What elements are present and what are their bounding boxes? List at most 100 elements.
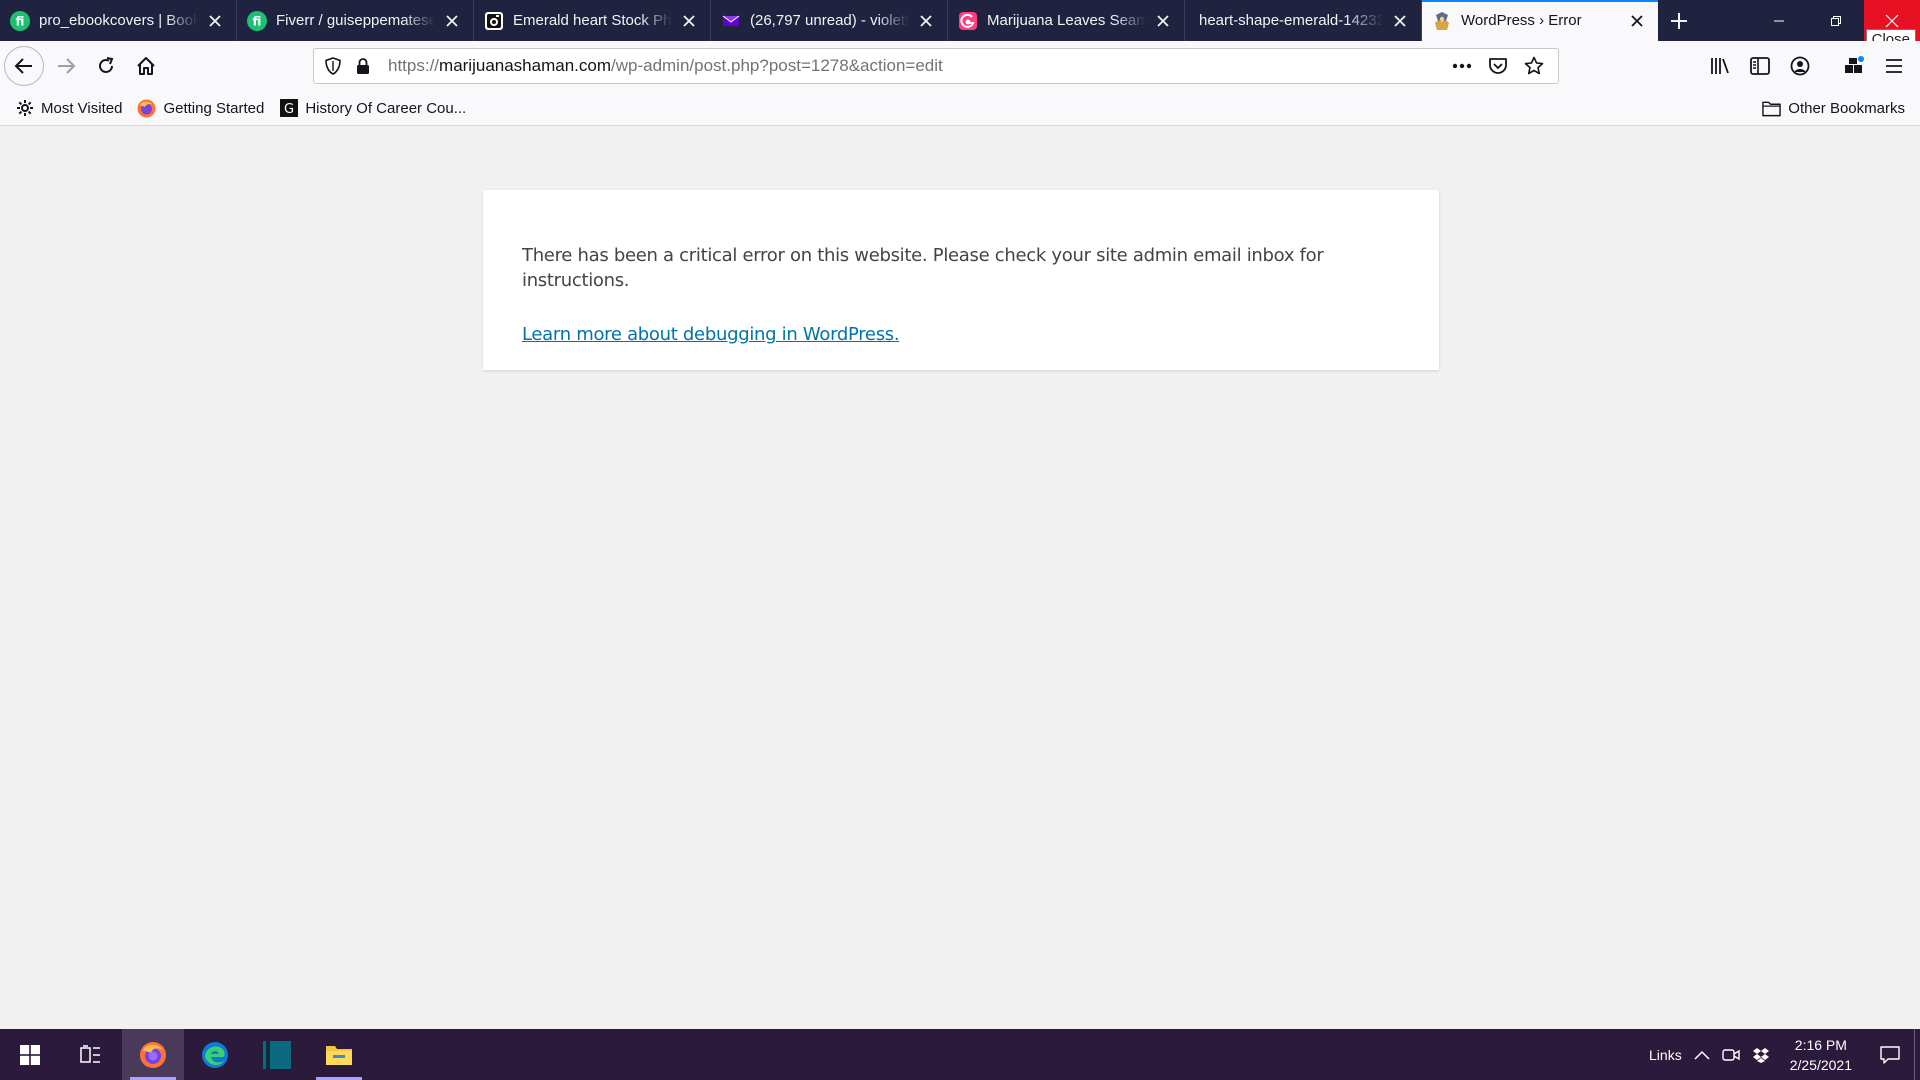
svg-text:fi: fi: [253, 14, 262, 28]
tab-title: (26,797 unread) - violett: [750, 12, 909, 29]
close-icon: [1885, 14, 1899, 28]
system-tray: Links 2:16 PM 2/25/2021: [1643, 1029, 1920, 1080]
url-domain: marijuanashaman.com: [439, 56, 611, 75]
taskbar-file-explorer[interactable]: [308, 1029, 370, 1080]
fiverr-icon: fi: [10, 10, 30, 31]
bookmark-label: Most Visited: [41, 99, 123, 117]
taskbar-app[interactable]: [246, 1029, 308, 1080]
arrow-right-icon: [56, 56, 76, 76]
pocket-button[interactable]: [1480, 49, 1516, 83]
svg-text:G: G: [284, 102, 294, 117]
bookmark-getting-started[interactable]: Getting Started: [137, 94, 264, 122]
folder-icon: [325, 1043, 353, 1067]
close-icon[interactable]: [1154, 12, 1172, 30]
lock-icon[interactable]: [348, 49, 378, 83]
bookmark-star-button[interactable]: [1516, 49, 1552, 83]
tab-yahoo-mail[interactable]: (26,797 unread) - violett: [711, 0, 948, 41]
taskbar-firefox[interactable]: [122, 1029, 184, 1080]
wordpress-error-icon: [1432, 11, 1452, 31]
show-hidden-icons-button[interactable]: [1688, 1029, 1716, 1080]
back-button[interactable]: [4, 46, 44, 86]
pattern-site-icon: [958, 11, 978, 31]
firefox-icon: [139, 1041, 167, 1069]
show-desktop-button[interactable]: [1914, 1029, 1920, 1080]
bookmark-most-visited[interactable]: Most Visited: [15, 94, 122, 122]
dropbox-button[interactable]: [1746, 1029, 1776, 1080]
action-center-button[interactable]: [1866, 1029, 1914, 1080]
hamburger-menu-icon: [1885, 58, 1903, 74]
sidebar-icon: [1750, 57, 1770, 75]
page-content: There has been a critical error on this …: [0, 126, 1920, 1029]
reload-icon: [96, 56, 116, 76]
tracking-shield-icon[interactable]: [318, 49, 348, 83]
debugging-link[interactable]: Learn more about debugging in WordPress.: [522, 324, 900, 345]
task-view-icon: [80, 1044, 102, 1065]
task-view-button[interactable]: [60, 1029, 122, 1080]
tab-strip: fi pro_ebookcovers | Book fi Fiverr / gu…: [0, 0, 1920, 41]
pocket-icon: [1488, 57, 1508, 75]
library-icon: [1710, 57, 1730, 75]
links-toolbar[interactable]: Links: [1643, 1029, 1688, 1080]
close-icon[interactable]: [206, 12, 224, 30]
restore-button[interactable]: [1807, 0, 1864, 41]
extensions-icon: [1843, 55, 1865, 77]
forward-button[interactable]: [46, 46, 86, 86]
gear-icon: [15, 99, 34, 118]
firefox-icon: [137, 99, 156, 118]
tab-fiverr[interactable]: fi Fiverr / guiseppematese: [237, 0, 474, 41]
close-icon[interactable]: [917, 12, 935, 30]
close-icon[interactable]: [1628, 12, 1646, 30]
bookmark-label: History Of Career Cou...: [305, 99, 467, 117]
tab-title: Marijuana Leaves Seaml: [987, 12, 1146, 29]
tab-wordpress-error[interactable]: WordPress › Error: [1422, 0, 1658, 41]
g-site-icon: G: [279, 99, 298, 118]
arrow-left-icon: [14, 56, 34, 76]
bookmark-other-bookmarks[interactable]: Other Bookmarks: [1762, 95, 1905, 123]
home-button[interactable]: [126, 46, 166, 86]
more-horizontal-icon: [1452, 63, 1472, 69]
menu-button[interactable]: [1874, 46, 1914, 86]
toolbar-right: [1700, 41, 1920, 91]
bookmark-label: Other Bookmarks: [1788, 100, 1905, 117]
account-button[interactable]: [1780, 46, 1820, 86]
clock[interactable]: 2:16 PM 2/25/2021: [1776, 1029, 1866, 1080]
page-actions-button[interactable]: [1444, 49, 1480, 83]
close-icon[interactable]: [443, 12, 461, 30]
tab-title: WordPress › Error: [1461, 12, 1582, 29]
library-button[interactable]: [1700, 46, 1740, 86]
tab-title: Emerald heart Stock Pho: [513, 12, 672, 29]
edge-icon: [201, 1041, 229, 1069]
error-message: There has been a critical error on this …: [522, 245, 1324, 292]
url-scheme: https://: [388, 56, 440, 75]
close-icon[interactable]: [680, 12, 698, 30]
clock-date: 2/25/2021: [1789, 1056, 1852, 1073]
folder-icon: [1762, 99, 1782, 118]
wp-error-box: There has been a critical error on this …: [483, 190, 1439, 370]
reload-button[interactable]: [86, 46, 126, 86]
sidebar-button[interactable]: [1740, 46, 1780, 86]
url-text[interactable]: https://marijuanashaman.com/wp-admin/pos…: [388, 56, 1444, 76]
tab-marijuana-leaves[interactable]: Marijuana Leaves Seaml: [948, 0, 1185, 41]
tab-heart-shape-emerald[interactable]: heart-shape-emerald-14232: [1185, 0, 1422, 41]
url-path: /wp-admin/post.php?post=1278&action=edit: [611, 56, 943, 75]
yahoo-mail-icon: [721, 11, 741, 31]
clock-time: 2:16 PM: [1794, 1036, 1847, 1053]
tab-title: heart-shape-emerald-14232: [1199, 12, 1383, 29]
minimize-button[interactable]: [1750, 0, 1807, 41]
windows-logo-icon: [20, 1044, 40, 1065]
url-bar[interactable]: https://marijuanashaman.com/wp-admin/pos…: [313, 48, 1559, 84]
taskbar-edge[interactable]: [184, 1029, 246, 1080]
tab-pro-ebookcovers[interactable]: fi pro_ebookcovers | Book: [0, 0, 237, 41]
stock-photo-icon: [484, 11, 504, 31]
bookmarks-toolbar: Most Visited Getting Started G History O…: [0, 91, 1920, 126]
extensions-button[interactable]: [1834, 46, 1874, 86]
tab-emerald-heart[interactable]: Emerald heart Stock Pho: [474, 0, 711, 41]
home-icon: [136, 56, 156, 76]
new-tab-button[interactable]: [1658, 0, 1700, 41]
start-button[interactable]: [0, 1029, 60, 1080]
account-icon: [1790, 56, 1810, 76]
bookmark-history-of-career[interactable]: G History Of Career Cou...: [279, 94, 466, 122]
meet-now-button[interactable]: [1716, 1029, 1746, 1080]
navigation-toolbar: https://marijuanashaman.com/wp-admin/pos…: [0, 41, 1920, 91]
close-icon[interactable]: [1391, 12, 1409, 30]
